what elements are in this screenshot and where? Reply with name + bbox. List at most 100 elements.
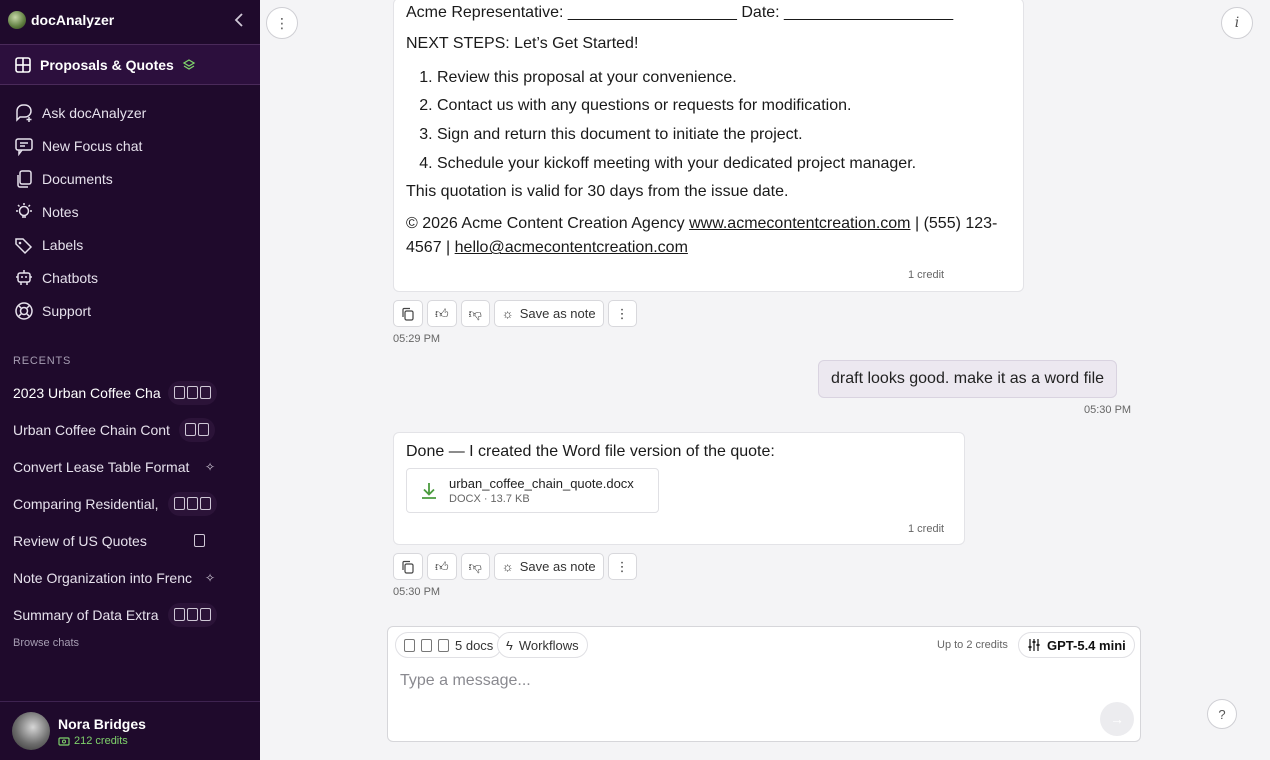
signature-line: Acme Representative: ___________________… [406,4,954,21]
recent-chat-item[interactable]: 2023 Urban Coffee Cha [0,374,260,411]
recent-chat-title: Comparing Residential, [13,495,159,512]
tags-icon [15,237,33,254]
credit-cost: 1 credit [908,269,945,281]
help-button[interactable]: ? [1207,699,1237,729]
thumbs-up-icon: 👍︎ [435,305,449,321]
website-link[interactable]: www.acmecontentcreation.com [689,215,910,232]
brand-name: docAnalyzer [31,12,115,28]
sliders-icon [1028,639,1040,651]
save-as-note-button[interactable]: ☼ Save as note [493,300,604,327]
doc-icon [174,608,185,621]
user-message-time: 05:30 PM [1084,404,1132,416]
collapse-sidebar-button[interactable] [232,12,248,30]
file-name: urban_coffee_chain_quote.docx [449,476,634,491]
nav-new-focus-chat[interactable]: New Focus chat [0,129,260,162]
nav-label: Labels [42,236,84,253]
model-selector-button[interactable]: GPT-5.4 mini [1018,632,1135,658]
recent-chat-item[interactable]: Comparing Residential, [0,485,260,522]
thumbs-down-button[interactable]: 👎︎ [460,553,490,580]
nav-labels[interactable]: Labels [0,228,260,261]
credits-estimate: Up to 2 credits [937,639,1008,651]
save-as-note-button[interactable]: ☼ Save as note [493,553,604,580]
thumbs-down-icon: 👎︎ [468,558,482,574]
thumbs-up-icon: 👍︎ [435,558,449,574]
nav-ask-docanalyzer[interactable]: Ask docAnalyzer [0,96,260,129]
nav-label: Chatbots [42,269,99,286]
browse-chats-link[interactable]: Browse chats [13,637,79,649]
focus-chat-icon [15,137,33,156]
doc-icon [404,638,415,652]
doc-icon [421,638,432,652]
copy-button[interactable] [393,553,423,580]
recent-doc-badges [168,491,217,516]
project-name: Proposals & Quotes [40,56,174,73]
nav-support[interactable]: Support [0,294,260,327]
project-selector[interactable]: Proposals & Quotes [0,44,260,85]
nav-label: Notes [42,203,79,220]
nav-label: Documents [42,170,113,187]
workflows-button[interactable]: ϟ Workflows [497,632,588,658]
nav-notes[interactable]: Notes [0,195,260,228]
docs-selector-button[interactable]: 5 docs [395,632,503,658]
thumbs-up-button[interactable]: 👍︎ [427,553,457,580]
send-button[interactable]: → [1100,702,1134,736]
doc-icon [174,497,185,510]
more-actions-button[interactable]: ⋮ [607,553,637,580]
recent-chat-item[interactable]: Summary of Data Extra [0,596,260,633]
thumbs-down-button[interactable]: 👎︎ [460,300,490,327]
assistant-message: Done — I created the Word file version o… [393,432,965,545]
doc-icon [185,423,196,436]
sidebar: docAnalyzer Proposals & Quotes Ask docAn… [0,0,260,760]
recents-heading: RECENTS [13,355,72,367]
credits-icon [58,736,70,746]
info-button[interactable]: i [1221,7,1253,39]
file-attachment[interactable]: urban_coffee_chain_quote.docx DOCX · 13.… [406,468,659,513]
message-input[interactable] [400,667,1100,695]
more-actions-button[interactable]: ⋮ [607,300,637,327]
doc-icon [198,423,209,436]
documents-icon [17,169,32,188]
nav-label: New Focus chat [42,137,143,154]
list-item: Sign and return this document to initiat… [437,121,1016,150]
brand-logo-icon [8,11,26,29]
chat-menu-button[interactable]: ⋮ [266,7,298,39]
lightning-icon: ϟ [506,637,513,653]
more-vertical-icon: ⋮ [615,305,629,321]
brand[interactable]: docAnalyzer [8,11,114,29]
message-composer: 5 docs ϟ Workflows Up to 2 credits GPT-5… [387,626,1141,742]
doc-icon [200,608,211,621]
nav-documents[interactable]: Documents [0,162,260,195]
recent-chat-item[interactable]: Note Organization into Frenc ✧ [0,559,260,596]
nav-chatbots[interactable]: Chatbots [0,261,260,294]
copy-button[interactable] [393,300,423,327]
lightbulb-icon: ☼ [501,559,514,574]
chevron-left-icon [234,13,243,27]
save-as-note-label: Save as note [519,306,596,321]
recent-chat-item[interactable]: Review of US Quotes [0,522,260,559]
copy-icon [402,307,414,321]
thumbs-up-button[interactable]: 👍︎ [427,300,457,327]
recent-chat-item[interactable]: Urban Coffee Chain Cont [0,411,260,448]
message-time: 05:30 PM [393,586,441,598]
user-profile[interactable]: Nora Bridges 212 credits [0,701,260,760]
message-content: Acme Representative: ___________________… [406,1,1016,261]
chat-plus-icon [16,103,32,122]
pdf-icon [194,534,205,547]
recent-chat-item[interactable]: Convert Lease Table Format ✧ [0,448,260,485]
doc-icon [187,608,198,621]
user-credits: 212 credits [58,735,146,747]
doc-icon [438,638,449,652]
lifebuoy-icon [15,301,33,320]
more-vertical-icon: ⋮ [615,558,629,574]
email-link[interactable]: hello@acmecontentcreation.com [455,239,688,256]
recent-chat-title: Review of US Quotes [13,532,147,549]
grid-icon [15,56,31,73]
doc-icon [187,497,198,510]
sidebar-nav: Ask docAnalyzer New Focus chat Documents… [0,96,260,327]
arrow-right-icon: → [1110,711,1124,727]
copy-icon [402,560,414,574]
next-steps-title: NEXT STEPS: Let’s Get Started! [406,34,639,52]
sparkle-icon: ✧ [205,459,216,474]
recent-chat-title: Summary of Data Extra [13,606,159,623]
recent-doc-badges [168,602,217,627]
